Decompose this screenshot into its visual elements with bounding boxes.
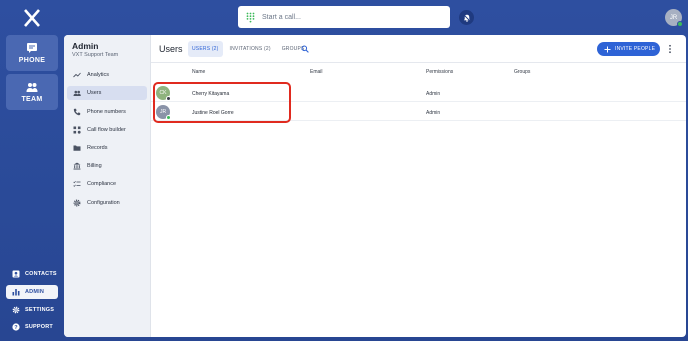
phone-nav-button[interactable]: PHONE [6, 35, 58, 71]
sidebar-item-records[interactable]: Records [67, 141, 147, 155]
app-rail: PHONE TEAM CONTACTS ADMIN SETTINGS ? SUP… [0, 0, 64, 341]
highlight-annotation [153, 82, 291, 123]
sidebar-item-analytics[interactable]: Analytics [67, 68, 147, 82]
x-logo-icon[interactable] [22, 8, 42, 28]
phone-nav-label: PHONE [18, 57, 46, 64]
notifications-button[interactable] [459, 10, 474, 25]
sidebar-item-label: Users [87, 90, 102, 96]
sidebar-item-label: Compliance [87, 181, 117, 187]
sidebar-item-users[interactable]: Users [67, 86, 147, 100]
start-call-placeholder: Start a call... [262, 13, 301, 21]
users-toolbar: Users USERS (2) INVITATIONS (2) GROUPS I… [151, 35, 686, 63]
folder-icon [73, 145, 81, 151]
column-header-name[interactable]: Name [192, 69, 205, 75]
people-icon [26, 83, 38, 92]
dialpad-icon[interactable] [246, 12, 255, 23]
user-avatar[interactable]: JR [665, 9, 683, 27]
team-nav-button[interactable]: TEAM [6, 74, 58, 110]
cog-icon [73, 199, 81, 207]
svg-text:?: ? [14, 325, 18, 331]
sidebar-item-label: Phone numbers [87, 109, 126, 115]
rail-link-label: CONTACTS [25, 271, 57, 277]
rail-link-label: SUPPORT [25, 324, 53, 330]
user-initials: JR [669, 14, 678, 21]
sidebar-item-compliance[interactable]: Compliance [67, 177, 147, 191]
more-options-icon[interactable] [667, 44, 673, 54]
column-header-email[interactable]: Email [310, 69, 323, 75]
help-icon: ? [12, 323, 20, 331]
rail-link-label: SETTINGS [25, 307, 55, 313]
sidebar-item-label: Configuration [87, 200, 120, 206]
flow-icon [73, 126, 81, 134]
users-icon [73, 90, 81, 96]
bank-icon [73, 162, 81, 170]
chart-icon [12, 289, 20, 296]
phone-icon [73, 108, 81, 116]
user-permissions: Admin [426, 91, 441, 97]
checklist-icon [73, 180, 81, 187]
sidebar-item-label: Billing [87, 163, 102, 169]
trend-icon [73, 72, 81, 78]
sidebar-item-billing[interactable]: Billing [67, 159, 147, 173]
rail-link-contacts[interactable]: CONTACTS [6, 267, 58, 281]
tab-users[interactable]: USERS (2) [188, 41, 223, 57]
gear-icon [12, 306, 20, 314]
start-call-input[interactable]: Start a call... [238, 6, 450, 28]
bell-off-icon [462, 13, 471, 22]
plus-icon [604, 46, 611, 52]
column-header-permissions[interactable]: Permissions [426, 69, 453, 75]
user-permissions: Admin [426, 110, 441, 116]
chat-icon [27, 43, 37, 53]
users-main: Users USERS (2) INVITATIONS (2) GROUPS I… [151, 35, 686, 337]
team-nav-label: TEAM [21, 96, 43, 103]
rail-link-support[interactable]: ? SUPPORT [6, 320, 58, 334]
search-icon[interactable] [301, 45, 309, 53]
admin-panel: Admin VXT Support Team Analytics Users P… [64, 35, 686, 337]
admin-sidebar: Admin VXT Support Team Analytics Users P… [64, 35, 151, 337]
contacts-icon [12, 270, 20, 278]
sidebar-item-label: Analytics [87, 72, 110, 78]
tab-invitations[interactable]: INVITATIONS (2) [226, 41, 275, 57]
sidebar-item-label: Records [87, 145, 108, 151]
invite-people-label: INVITE PEOPLE [615, 46, 656, 52]
sidebar-item-call-flow[interactable]: Call flow builder [67, 123, 147, 137]
sidebar-item-label: Call flow builder [87, 127, 126, 133]
column-header-groups[interactable]: Groups [514, 69, 530, 75]
sidebar-item-configuration[interactable]: Configuration [67, 196, 147, 210]
users-table-header: Name Email Permissions Groups [151, 69, 686, 79]
team-name: VXT Support Team [72, 52, 119, 58]
admin-title: Admin [72, 41, 99, 51]
page-title: Users [159, 44, 183, 54]
rail-link-settings[interactable]: SETTINGS [6, 303, 58, 317]
rail-link-label: ADMIN [25, 289, 45, 295]
sidebar-item-phone-numbers[interactable]: Phone numbers [67, 105, 147, 119]
invite-people-button[interactable]: INVITE PEOPLE [597, 42, 660, 56]
online-status-dot [677, 21, 683, 27]
rail-link-admin[interactable]: ADMIN [6, 285, 58, 299]
users-tabs: USERS (2) INVITATIONS (2) GROUPS [188, 41, 309, 57]
